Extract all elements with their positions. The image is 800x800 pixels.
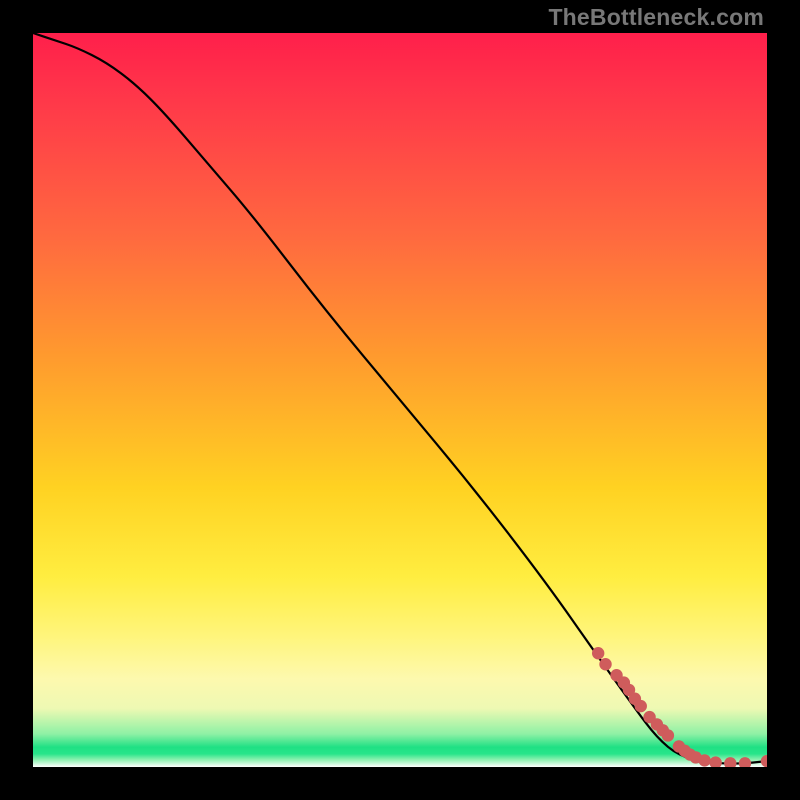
data-dot [592,647,604,659]
data-dot [724,757,736,767]
chart-frame: TheBottleneck.com [0,0,800,800]
watermark-text: TheBottleneck.com [548,4,764,31]
data-dot [635,700,647,712]
data-dot [698,754,710,766]
dot-series [592,647,767,767]
plot-area [33,33,767,767]
bottleneck-curve [33,33,767,764]
data-dot [761,755,767,767]
data-dot [709,756,721,767]
chart-svg [33,33,767,767]
data-dot [599,658,611,670]
data-dot [739,757,751,767]
data-dot [662,729,674,741]
